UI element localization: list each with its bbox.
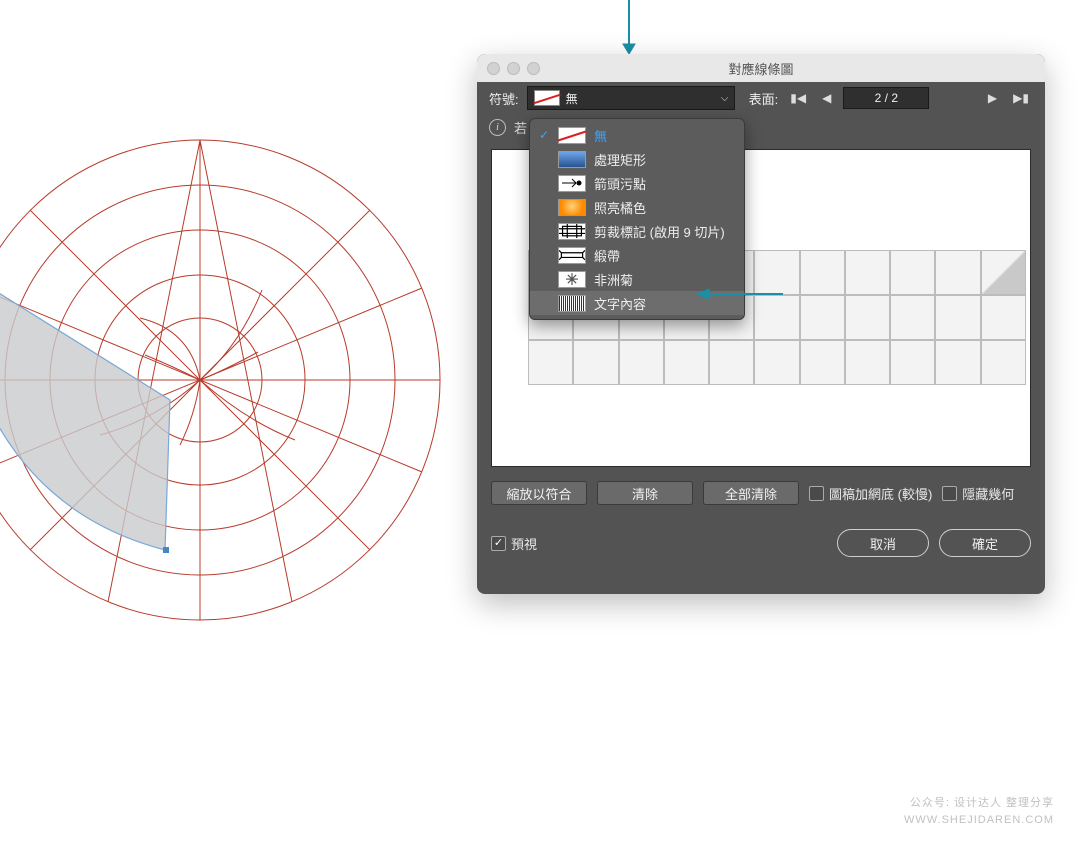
grad-swatch-icon — [558, 151, 586, 168]
crop-swatch-icon — [558, 223, 586, 240]
dialog-titlebar[interactable]: 對應線條圖 — [477, 54, 1045, 82]
dialog-title: 對應線條圖 — [477, 59, 1045, 78]
next-surface-button[interactable]: ▶ — [984, 91, 1001, 105]
dropdown-item-ribbon[interactable]: 緞帶 — [530, 243, 744, 267]
symbol-label: 符號: — [489, 89, 519, 108]
orange-swatch-icon — [558, 199, 586, 216]
surface-label: 表面: — [749, 89, 779, 108]
info-icon: i — [489, 119, 506, 136]
prev-surface-button[interactable]: ◀ — [818, 91, 835, 105]
symbol-current: 無 — [566, 90, 716, 107]
dropdown-item-label: 非洲菊 — [594, 270, 633, 289]
ribbon-swatch-icon — [558, 247, 586, 264]
canvas-artwork — [0, 120, 460, 640]
preview-checkbox[interactable]: 預視 — [491, 534, 537, 553]
ok-button[interactable]: 確定 — [939, 529, 1031, 557]
chevron-down-icon: ⌵ — [716, 93, 734, 104]
dropdown-item-grad[interactable]: 處理矩形 — [530, 147, 744, 171]
none-swatch-icon — [558, 127, 586, 144]
annotation-arrow-side — [695, 286, 785, 302]
dropdown-item-orange[interactable]: 照亮橘色 — [530, 195, 744, 219]
dropdown-item-label: 箭頭污點 — [594, 174, 646, 193]
dropdown-item-label: 文字內容 — [594, 294, 646, 313]
daisy-swatch-icon — [558, 271, 586, 288]
arrow-swatch-icon — [558, 175, 586, 192]
text-swatch-icon — [558, 295, 586, 312]
last-surface-button[interactable]: ▶▮ — [1009, 91, 1033, 105]
fit-button[interactable]: 縮放以符合 — [491, 481, 587, 505]
first-surface-button[interactable]: ▮◀ — [786, 91, 810, 105]
clear-button[interactable]: 清除 — [597, 481, 693, 505]
check-icon: ✓ — [538, 128, 550, 142]
dropdown-item-none[interactable]: ✓無 — [530, 123, 744, 147]
none-swatch-icon — [534, 90, 560, 106]
symbol-dropdown[interactable]: 無 ⌵ — [527, 86, 735, 110]
cancel-button[interactable]: 取消 — [837, 529, 929, 557]
dropdown-item-label: 照亮橘色 — [594, 198, 646, 217]
dropdown-item-label: 剪裁標記 (啟用 9 切片) — [594, 222, 725, 241]
annotation-arrow-top — [619, 0, 639, 56]
dropdown-item-label: 無 — [594, 126, 607, 145]
dropdown-item-label: 緞帶 — [594, 246, 620, 265]
antialias-checkbox[interactable]: 圖稿加網底 (較慢) — [809, 484, 932, 503]
hide-geometry-checkbox[interactable]: 隱藏幾何 — [942, 484, 1014, 503]
clear-all-button[interactable]: 全部清除 — [703, 481, 799, 505]
surface-page-field[interactable]: 2 / 2 — [843, 87, 929, 109]
dropdown-item-crop[interactable]: 剪裁標記 (啟用 9 切片) — [530, 219, 744, 243]
dropdown-item-label: 處理矩形 — [594, 150, 646, 169]
dropdown-item-arrow[interactable]: 箭頭污點 — [530, 171, 744, 195]
watermark: 公众号: 设计达人 整理分享 WWW.SHEJIDAREN.COM — [904, 795, 1054, 828]
